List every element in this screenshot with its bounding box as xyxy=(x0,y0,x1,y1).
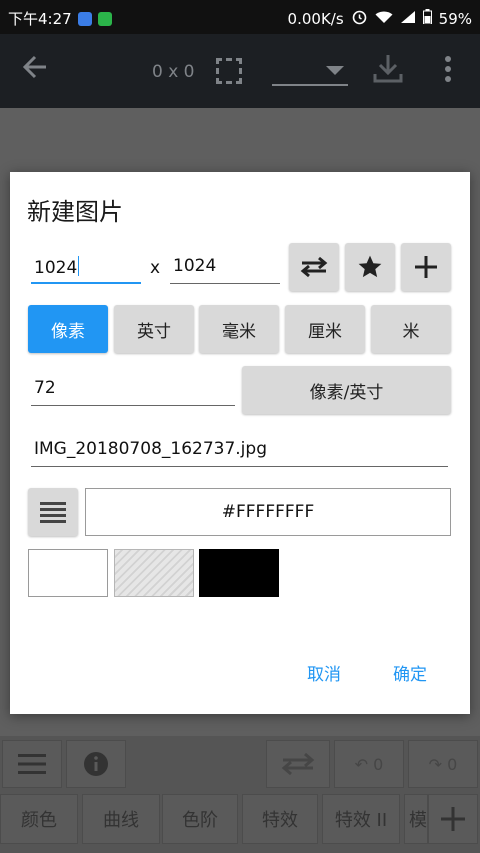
filename-value: IMG_20180708_162737.jpg xyxy=(34,439,267,459)
unit-centimeters-button[interactable]: 厘米 xyxy=(285,305,365,353)
redo-count: 0 xyxy=(447,754,458,774)
tab-more[interactable]: 模 xyxy=(404,794,428,844)
wifi-icon xyxy=(375,10,393,28)
status-bar: 下午4:27 0.00K/s 59% xyxy=(0,0,480,34)
black-swatch[interactable] xyxy=(199,549,279,597)
width-input[interactable]: 1024 xyxy=(31,256,141,284)
plus-icon xyxy=(441,807,465,831)
size-separator: x xyxy=(150,258,161,278)
filename-input[interactable]: IMG_20180708_162737.jpg xyxy=(31,439,448,467)
ok-button[interactable]: 确定 xyxy=(393,660,427,685)
height-value: 1024 xyxy=(173,256,217,276)
status-time: 下午4:27 xyxy=(8,10,72,28)
white-swatch[interactable] xyxy=(28,549,108,597)
unit-inches-button[interactable]: 英寸 xyxy=(114,305,194,353)
resolution-value: 72 xyxy=(34,378,56,398)
swap-button[interactable] xyxy=(266,740,330,788)
dialog-title: 新建图片 xyxy=(27,198,123,226)
app-bar: 0 x 0 xyxy=(0,34,480,108)
color-menu-button[interactable] xyxy=(28,488,78,536)
resolution-input[interactable]: 72 xyxy=(31,378,235,406)
battery-percent: 59% xyxy=(438,9,472,28)
menu-button[interactable] xyxy=(2,740,62,788)
swap-arrows-icon xyxy=(281,753,315,775)
undo-count: 0 xyxy=(373,754,384,774)
tab-curves[interactable]: 曲线 xyxy=(82,794,160,844)
bottom-toolbar: ↶ 0 ↷ 0 颜色 曲线 色阶 特效 特效 II 模 xyxy=(0,736,480,853)
swap-arrows-icon xyxy=(300,256,328,278)
add-preset-button[interactable] xyxy=(401,243,451,291)
undo-button[interactable]: ↶ 0 xyxy=(334,740,404,788)
star-icon xyxy=(358,255,382,278)
resolution-unit-button[interactable]: 像素/英寸 xyxy=(242,366,451,414)
network-speed: 0.00K/s xyxy=(287,9,344,28)
download-icon[interactable] xyxy=(372,52,404,91)
hamburger-icon xyxy=(18,754,46,774)
tab-levels[interactable]: 色阶 xyxy=(162,794,238,844)
more-menu-icon[interactable] xyxy=(444,56,452,89)
redo-button[interactable]: ↷ 0 xyxy=(408,740,478,788)
add-tab-button[interactable] xyxy=(428,794,478,844)
unit-pixels-button[interactable]: 像素 xyxy=(28,305,108,353)
gallery-notification-icon xyxy=(77,11,92,26)
favorite-button[interactable] xyxy=(345,243,395,291)
zoom-dropdown[interactable] xyxy=(272,52,348,86)
color-value-field[interactable]: #FFFFFFFF xyxy=(85,488,451,536)
color-value: #FFFFFFFF xyxy=(221,502,315,522)
signal-icon xyxy=(400,10,416,28)
fit-screen-icon[interactable] xyxy=(216,58,242,84)
lines-icon xyxy=(40,502,66,523)
text-caret xyxy=(78,256,80,276)
tab-effects-2[interactable]: 特效 II xyxy=(322,794,400,844)
alarm-icon xyxy=(351,8,368,29)
height-input[interactable]: 1024 xyxy=(170,256,280,284)
unit-millimeters-button[interactable]: 毫米 xyxy=(199,305,279,353)
new-image-dialog: 新建图片 1024 x 1024 像素 英寸 毫米 厘米 米 72 像素/英寸 … xyxy=(10,172,470,714)
info-button[interactable] xyxy=(66,740,126,788)
cancel-button[interactable]: 取消 xyxy=(307,660,341,685)
battery-icon xyxy=(422,9,432,28)
width-value: 1024 xyxy=(34,258,78,278)
unit-meters-button[interactable]: 米 xyxy=(371,305,451,353)
swap-dimensions-button[interactable] xyxy=(289,243,339,291)
app-notification-icon xyxy=(97,11,112,26)
transparent-swatch[interactable] xyxy=(114,549,194,597)
undo-icon: ↶ xyxy=(354,754,369,774)
tab-color[interactable]: 颜色 xyxy=(0,794,78,844)
plus-icon xyxy=(415,256,437,278)
info-icon xyxy=(84,752,108,776)
back-arrow-icon[interactable] xyxy=(22,54,48,87)
redo-icon: ↷ xyxy=(428,754,443,774)
image-size-label: 0 x 0 xyxy=(152,62,195,82)
tab-effects[interactable]: 特效 xyxy=(242,794,318,844)
